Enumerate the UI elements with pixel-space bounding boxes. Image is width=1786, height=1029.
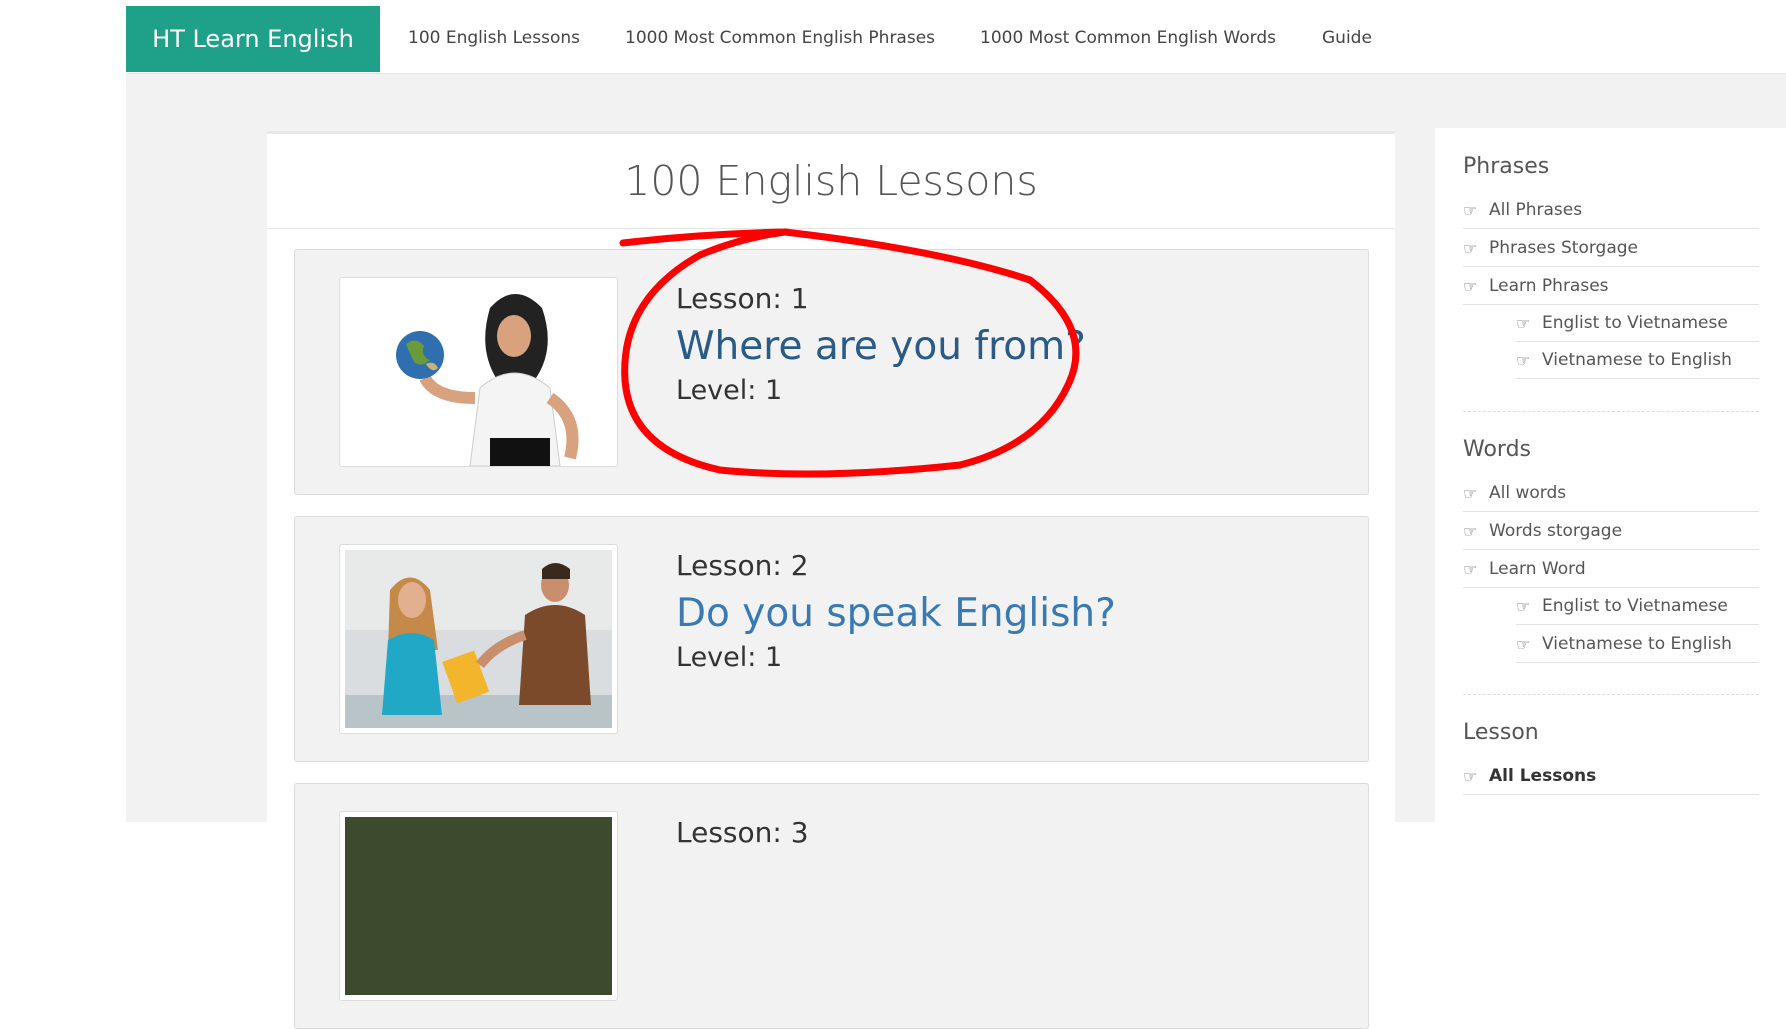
hand-pointing-right-icon: ☞ <box>1516 596 1531 616</box>
sidebar-heading-lesson: Lesson <box>1463 720 1539 745</box>
lesson-1-title-link[interactable]: Where are you from? <box>676 324 1086 369</box>
lesson-1-level: Level: 1 <box>676 375 783 406</box>
hand-pointing-right-icon: ☞ <box>1516 350 1531 370</box>
nav-common-words[interactable]: 1000 Most Common English Words <box>980 28 1276 48</box>
lesson-3-number: Lesson: 3 <box>676 816 809 849</box>
sidebar-divider <box>1463 694 1759 695</box>
page-title: 100 English Lessons <box>267 134 1395 229</box>
sidebar-item-learn-word[interactable]: ☞ Learn Word <box>1463 551 1759 588</box>
hand-pointing-right-icon: ☞ <box>1463 238 1478 258</box>
lesson-2-number: Lesson: 2 <box>676 549 809 582</box>
lesson-2-title-link[interactable]: Do you speak English? <box>676 591 1116 636</box>
nav-common-phrases[interactable]: 1000 Most Common English Phrases <box>625 28 935 48</box>
sidebar-divider <box>1463 411 1759 412</box>
hand-pointing-right-icon: ☞ <box>1463 521 1478 541</box>
sidebar-item-words-storage[interactable]: ☞ Words storgage <box>1463 513 1759 550</box>
right-sidebar: Phrases ☞ All Phrases ☞ Phrases Storgage ☞… <box>1435 128 1786 828</box>
hand-pointing-right-icon: ☞ <box>1463 559 1478 579</box>
sidebar-item-phrases-en-to-vi[interactable]: ☞ Englist to Vietnamese <box>1516 305 1759 342</box>
two-people-talking-image <box>345 550 612 728</box>
lesson-card-2[interactable]: Lesson: 2 Do you speak English? Level: 1 <box>294 516 1369 762</box>
lesson-card-1[interactable]: Lesson: 1 Where are you from? Level: 1 <box>294 249 1369 495</box>
sidebar-item-words-en-to-vi[interactable]: ☞ Englist to Vietnamese <box>1516 588 1759 625</box>
sidebar-item-phrases-storage[interactable]: ☞ Phrases Storgage <box>1463 230 1759 267</box>
top-navbar: HT Learn English 100 English Lessons 100… <box>126 0 1786 74</box>
hand-pointing-right-icon: ☞ <box>1463 276 1478 296</box>
hand-pointing-right-icon: ☞ <box>1516 634 1531 654</box>
hand-pointing-right-icon: ☞ <box>1463 766 1478 786</box>
lesson-3-thumbnail[interactable] <box>339 811 618 1001</box>
lesson-3-image <box>345 817 612 995</box>
sidebar-item-phrases-vi-to-en[interactable]: ☞ Vietnamese to English <box>1516 342 1759 379</box>
lesson-2-level: Level: 1 <box>676 642 783 673</box>
woman-holding-globe-image <box>340 278 617 466</box>
lesson-1-thumbnail[interactable] <box>339 277 618 467</box>
lesson-1-number: Lesson: 1 <box>676 282 809 315</box>
lesson-card-3[interactable]: Lesson: 3 <box>294 783 1369 1029</box>
nav-100-english-lessons[interactable]: 100 English Lessons <box>408 28 580 48</box>
sidebar-heading-words: Words <box>1463 437 1532 462</box>
nav-guide[interactable]: Guide <box>1322 28 1372 48</box>
hand-pointing-right-icon: ☞ <box>1516 313 1531 333</box>
sidebar-item-all-lessons[interactable]: ☞ All Lessons <box>1463 758 1759 795</box>
lesson-2-thumbnail[interactable] <box>339 544 618 734</box>
sidebar-item-all-words[interactable]: ☞ All words <box>1463 475 1759 512</box>
brand-logo[interactable]: HT Learn English <box>126 6 380 72</box>
sidebar-heading-phrases: Phrases <box>1463 154 1550 179</box>
sidebar-item-learn-phrases[interactable]: ☞ Learn Phrases <box>1463 268 1759 305</box>
hand-pointing-right-icon: ☞ <box>1463 200 1478 220</box>
lessons-panel: 100 English Lessons Lesson: 1 Where are … <box>267 131 1395 1029</box>
sidebar-item-all-phrases[interactable]: ☞ All Phrases <box>1463 192 1759 229</box>
hand-pointing-right-icon: ☞ <box>1463 483 1478 503</box>
sidebar-item-words-vi-to-en[interactable]: ☞ Vietnamese to English <box>1516 626 1759 663</box>
